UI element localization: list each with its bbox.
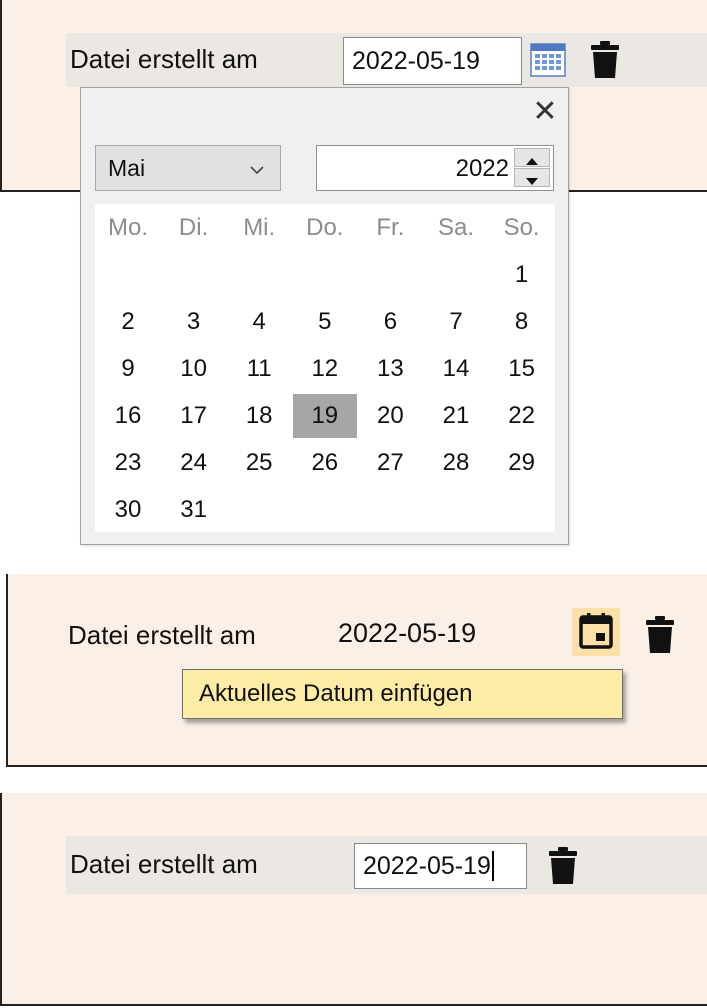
year-spinner-field[interactable]: 2022 bbox=[316, 145, 554, 191]
field-label: Datei erstellt am bbox=[70, 849, 258, 879]
calendar-day[interactable]: 31 bbox=[162, 488, 226, 532]
calendar-day[interactable]: 1 bbox=[490, 253, 554, 297]
calendar-day[interactable]: 7 bbox=[424, 300, 488, 344]
weekday-header: Do. bbox=[306, 214, 344, 241]
calendar-day[interactable]: 2 bbox=[96, 300, 160, 344]
year-down-button[interactable] bbox=[514, 168, 550, 187]
calendar-day[interactable]: 17 bbox=[162, 394, 226, 438]
calendar-day[interactable]: 29 bbox=[490, 441, 554, 485]
calendar-day[interactable]: 28 bbox=[424, 441, 488, 485]
calendar-day[interactable]: 22 bbox=[490, 394, 554, 438]
calendar-day[interactable]: 5 bbox=[293, 300, 357, 344]
calendar-day[interactable]: 8 bbox=[490, 300, 554, 344]
calendar-day-grid: Mo. Di. Mi. Do. Fr. Sa. So. 1 2 3 4 5 6 7 8 9 10 11 12 13 14… bbox=[95, 204, 555, 532]
weekday-header: Fr. bbox=[376, 214, 405, 241]
calendar-popup: ✕ Mai 2022 Mo. Di. Mi. Do. Fr. Sa. So. 1 2 3 4 5 6 7 8… bbox=[80, 87, 569, 545]
weekday-header: Mi. bbox=[243, 214, 276, 241]
month-dropdown[interactable]: Mai bbox=[95, 145, 281, 191]
calendar-day[interactable]: 10 bbox=[162, 347, 226, 391]
date-input-value: 2022-05-19 bbox=[363, 851, 491, 880]
calendar-day[interactable]: 13 bbox=[358, 347, 422, 391]
tooltip: Aktuelles Datum einfügen bbox=[182, 669, 623, 719]
calendar-today-icon bbox=[579, 613, 613, 649]
weekday-header: Di. bbox=[178, 214, 209, 241]
calendar-day[interactable]: 23 bbox=[96, 441, 160, 485]
month-dropdown-value: Mai bbox=[108, 154, 146, 181]
weekday-header: Mo. bbox=[107, 214, 148, 241]
year-up-button[interactable] bbox=[514, 148, 550, 167]
calendar-day[interactable]: 25 bbox=[227, 441, 291, 485]
calendar-day[interactable]: 14 bbox=[424, 347, 488, 391]
insert-today-button[interactable] bbox=[572, 608, 620, 656]
close-icon[interactable]: ✕ bbox=[530, 97, 560, 127]
trash-icon[interactable] bbox=[645, 616, 675, 654]
chevron-down-icon bbox=[248, 158, 266, 185]
calendar-day[interactable]: 11 bbox=[227, 347, 291, 391]
calendar-day[interactable]: 24 bbox=[162, 441, 226, 485]
date-value-text: 2022-05-19 bbox=[338, 618, 477, 648]
trash-icon[interactable] bbox=[548, 847, 578, 885]
calendar-day[interactable]: 3 bbox=[162, 300, 226, 344]
weekday-header: Sa. bbox=[437, 214, 475, 241]
calendar-day[interactable]: 30 bbox=[96, 488, 160, 532]
calendar-day[interactable]: 12 bbox=[293, 347, 357, 391]
year-spinner bbox=[514, 148, 550, 188]
weekday-header: So. bbox=[503, 214, 540, 241]
year-value: 2022 bbox=[455, 155, 509, 182]
field-label: Datei erstellt am bbox=[70, 44, 258, 74]
calendar-day[interactable]: 18 bbox=[227, 394, 291, 438]
text-cursor bbox=[491, 851, 494, 881]
date-input[interactable]: 2022-05-19 bbox=[343, 37, 522, 85]
trash-icon[interactable] bbox=[590, 41, 620, 79]
calendar-day[interactable]: 20 bbox=[358, 394, 422, 438]
calendar-day[interactable]: 16 bbox=[96, 394, 160, 438]
calendar-day-selected[interactable]: 19 bbox=[292, 394, 357, 438]
date-panel-bottom: Datei erstellt am 2022-05-19 bbox=[0, 793, 707, 1006]
calendar-day[interactable]: 26 bbox=[293, 441, 357, 485]
calendar-day[interactable]: 6 bbox=[358, 300, 422, 344]
calendar-picker-icon[interactable] bbox=[530, 42, 566, 78]
field-label: Datei erstellt am bbox=[68, 620, 256, 650]
calendar-day[interactable]: 9 bbox=[96, 347, 160, 391]
calendar-day[interactable]: 27 bbox=[358, 441, 422, 485]
calendar-day[interactable]: 4 bbox=[227, 300, 291, 344]
calendar-day[interactable]: 21 bbox=[424, 394, 488, 438]
calendar-day[interactable]: 15 bbox=[490, 347, 554, 391]
date-input-value: 2022-05-19 bbox=[352, 46, 480, 75]
date-input-editing[interactable]: 2022-05-19 bbox=[354, 843, 527, 889]
